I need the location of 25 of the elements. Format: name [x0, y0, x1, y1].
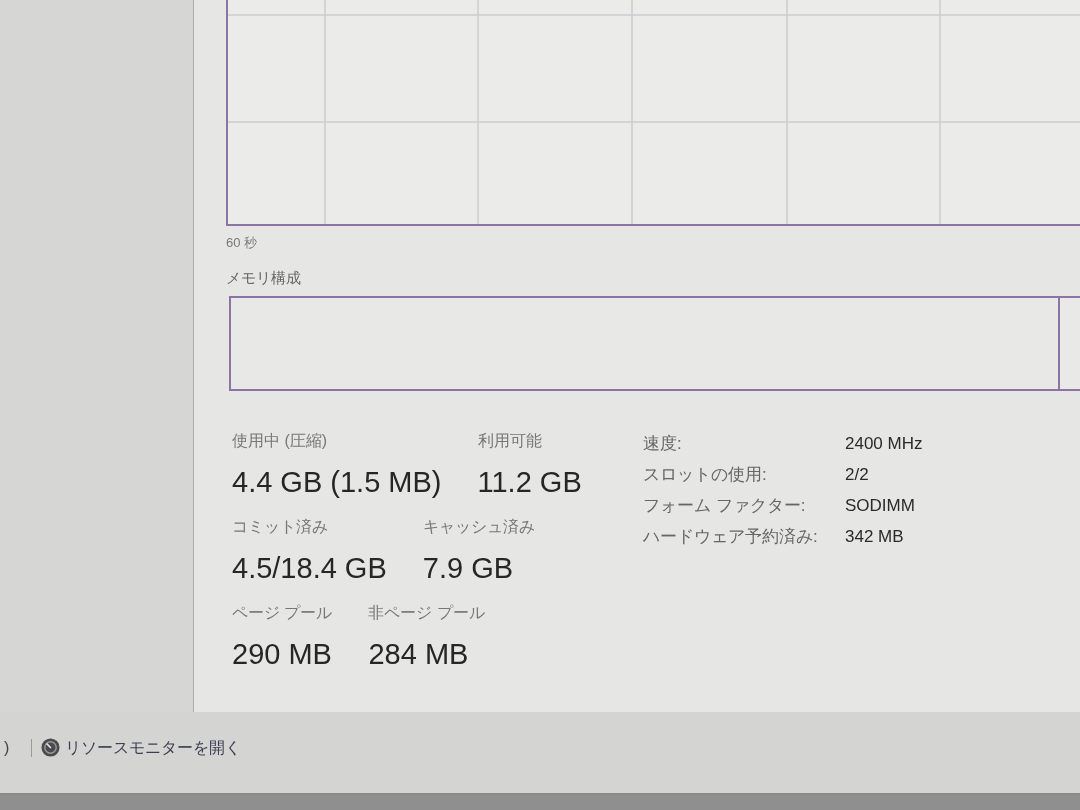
hardware-value: 2/2	[845, 464, 870, 486]
hardware-label: ハードウェア予約済み:	[643, 526, 819, 548]
stat-label: コミット済み	[232, 517, 328, 537]
hardware-value: SODIMM	[845, 495, 916, 517]
gauge-icon	[41, 738, 61, 757]
stat-label: 使用中 (圧縮)	[232, 431, 328, 451]
stat-value: 7.9 GB	[422, 551, 514, 585]
hardware-value: 2400 MHz	[845, 433, 923, 455]
stat-label: キャッシュ済み	[422, 517, 535, 537]
resource-monitor-link[interactable]: リソースモニターを開く	[41, 737, 242, 758]
hardware-label: 速度:	[643, 433, 683, 455]
stat-value: 11.2 GB	[477, 465, 582, 499]
graph-time-label: 60 秒	[226, 235, 258, 251]
stat-value: 4.4 GB (1.5 MB)	[232, 465, 442, 499]
section-title: メモリ構成	[226, 269, 301, 287]
hardware-label: フォーム ファクター:	[643, 495, 807, 517]
stat-label: 利用可能	[477, 431, 542, 451]
stat-value: 284 MB	[368, 637, 469, 671]
hardware-value: 342 MB	[845, 526, 905, 548]
hardware-label: スロットの使用:	[643, 464, 768, 486]
cut-off-link-text[interactable]: )	[4, 738, 10, 757]
stat-label: ページ プール	[232, 603, 333, 623]
stat-value: 290 MB	[232, 637, 332, 671]
stat-label: 非ページ プール	[368, 603, 485, 623]
stat-value: 4.5/18.4 GB	[232, 551, 387, 585]
